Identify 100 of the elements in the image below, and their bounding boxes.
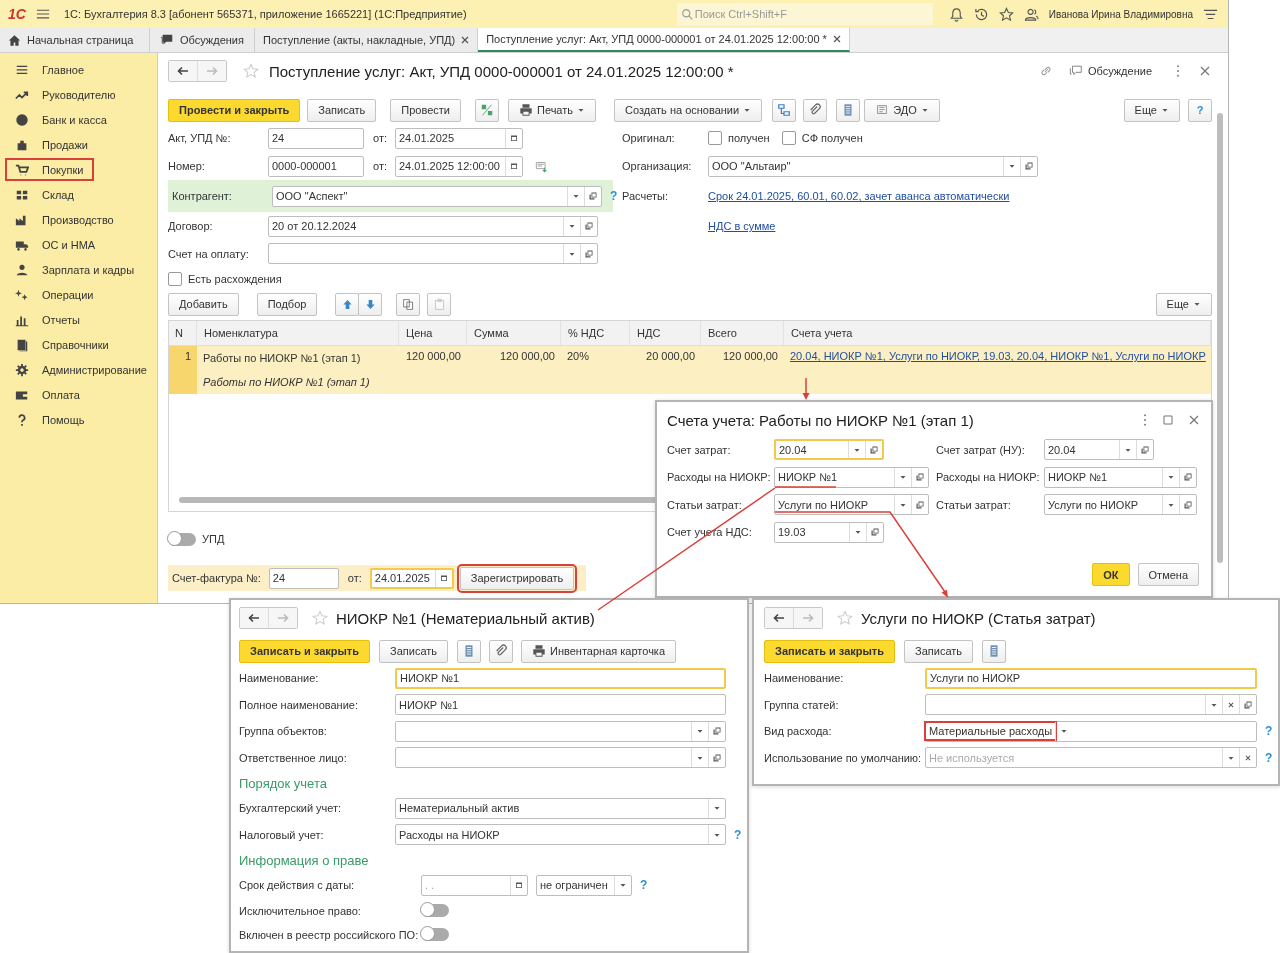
date-field[interactable]: 24.01.2025 12:00:00 bbox=[395, 155, 523, 177]
edo-button[interactable]: ЭДО bbox=[864, 98, 940, 122]
debit-credit-button[interactable] bbox=[475, 98, 499, 122]
input-field[interactable]: НИОКР №1 bbox=[1044, 466, 1197, 488]
column-header[interactable]: Сумма bbox=[467, 321, 561, 345]
close-icon[interactable] bbox=[1200, 66, 1210, 76]
sidebar-item[interactable]: Оплата bbox=[6, 384, 90, 405]
close-icon[interactable] bbox=[832, 35, 841, 43]
attach-button[interactable] bbox=[489, 639, 514, 663]
column-header[interactable]: % НДС bbox=[561, 321, 630, 345]
checkbox[interactable] bbox=[781, 131, 796, 145]
user-icon[interactable] bbox=[1023, 6, 1039, 22]
save-and-close-button[interactable]: Записать и закрыть bbox=[239, 639, 371, 663]
save-button[interactable]: Записать bbox=[379, 639, 449, 663]
search-field[interactable]: Поиск Ctrl+Shift+F bbox=[676, 3, 933, 25]
sidebar-item[interactable]: Помощь bbox=[6, 409, 95, 430]
close-icon[interactable] bbox=[461, 36, 470, 44]
sidebar-item[interactable]: Производство bbox=[6, 209, 124, 230]
copy-button[interactable] bbox=[396, 292, 421, 316]
scrollbar[interactable] bbox=[1217, 113, 1223, 563]
checkbox-label[interactable]: получен bbox=[728, 132, 770, 144]
sidebar-item[interactable]: Продажи bbox=[6, 134, 98, 155]
input-field[interactable]: Услуги по НИОКР bbox=[774, 494, 929, 516]
help-link[interactable]: ? bbox=[640, 878, 648, 893]
sidebar-item[interactable]: Главное bbox=[6, 59, 95, 80]
checkbox[interactable] bbox=[708, 131, 722, 145]
input-field[interactable] bbox=[395, 720, 726, 742]
input-field[interactable]: НИОКР №1 bbox=[774, 466, 929, 488]
input-field[interactable] bbox=[268, 243, 598, 264]
structure-button[interactable] bbox=[772, 98, 797, 122]
sidebar-item[interactable]: Операции bbox=[6, 284, 104, 305]
back-button[interactable] bbox=[240, 608, 268, 628]
input-field[interactable]: Материальные расходы bbox=[925, 720, 1257, 742]
move-up-button[interactable] bbox=[335, 292, 360, 316]
bell-icon[interactable] bbox=[948, 6, 964, 22]
document-button[interactable] bbox=[982, 639, 1007, 663]
save-button[interactable]: Записать bbox=[307, 98, 377, 122]
checkbox-label[interactable]: Есть расхождения bbox=[188, 273, 282, 285]
add-button[interactable]: Добавить bbox=[168, 292, 239, 316]
input-field[interactable]: 20.04 bbox=[1044, 439, 1154, 461]
tab[interactable]: Обсуждения bbox=[150, 28, 255, 52]
input-field[interactable]: 20.04 bbox=[774, 439, 884, 461]
input-field[interactable]: 19.03 bbox=[774, 521, 884, 543]
settlements-link[interactable]: Срок 24.01.2025, 60.01, 60.02, зачет аванса автоматически bbox=[708, 190, 1010, 202]
sidebar-item[interactable]: Администрирование bbox=[6, 359, 157, 380]
tab[interactable]: Поступление услуг: Акт, УПД 0000-000001 от 24.01.2025 12:00:00 * bbox=[478, 28, 850, 52]
toggle-switch[interactable] bbox=[168, 532, 196, 546]
input-field[interactable]: 0000-000001 bbox=[268, 155, 364, 177]
document-button[interactable] bbox=[457, 639, 482, 663]
input-field[interactable] bbox=[925, 694, 1257, 716]
column-header[interactable]: НДС bbox=[630, 321, 701, 345]
move-down-button[interactable] bbox=[358, 292, 383, 316]
table-row[interactable]: 1 Работы по НИОКР №1 (этап 1) Работы по НИОКР №1 (этап 1) 120 000,00 120 000,00 20% 20 000,00 120 000,00 20.04, НИОКР №1, Услуги по НИОКР, 19.03, 20.04, НИОКР №1, Услуги по НИОКР bbox=[169, 346, 1211, 394]
inventory-card-button[interactable]: Инвентарная карточка bbox=[521, 639, 677, 663]
input-field[interactable]: НИОКР №1 bbox=[395, 667, 726, 689]
help-link[interactable]: ? bbox=[734, 827, 742, 842]
back-button[interactable] bbox=[169, 61, 197, 81]
column-header[interactable]: Счета учета bbox=[784, 321, 1211, 345]
vat-link[interactable]: НДС в сумме bbox=[708, 220, 776, 232]
help-link[interactable]: ? bbox=[610, 189, 618, 203]
cancel-button[interactable]: Отмена bbox=[1137, 563, 1199, 586]
checkbox-label[interactable]: СФ получен bbox=[801, 132, 863, 144]
dropdown-field[interactable]: не ограничен bbox=[536, 874, 632, 896]
sidebar-item[interactable]: ОС и НМА bbox=[6, 234, 106, 255]
tab[interactable]: Поступление (акты, накладные, УПД) bbox=[255, 28, 479, 52]
more-icon[interactable] bbox=[1176, 65, 1180, 77]
save-and-close-button[interactable]: Записать и закрыть bbox=[764, 639, 896, 663]
star-icon[interactable] bbox=[998, 6, 1014, 22]
input-field[interactable]: Нематериальный актив bbox=[395, 797, 726, 819]
more-icon[interactable] bbox=[1143, 414, 1147, 426]
accounts-link[interactable]: 20.04, НИОКР №1, Услуги по НИОКР, 19.03, 20.04, НИОКР №1, Услуги по НИОКР bbox=[790, 350, 1206, 362]
close-icon[interactable] bbox=[1189, 415, 1199, 425]
input-field[interactable]: 24 bbox=[268, 567, 339, 589]
input-field[interactable]: Услуги по НИОКР bbox=[1044, 494, 1197, 516]
sidebar-item[interactable]: Зарплата и кадры bbox=[6, 259, 145, 280]
sidebar-item[interactable]: Банк и касса bbox=[6, 109, 117, 130]
input-field[interactable] bbox=[395, 747, 726, 769]
column-header[interactable]: Цена bbox=[399, 321, 467, 345]
document-button[interactable] bbox=[836, 98, 861, 122]
more-button[interactable]: Еще bbox=[1123, 98, 1180, 122]
input-field[interactable]: ООО "Альтаир" bbox=[708, 155, 1038, 177]
history-icon[interactable] bbox=[973, 6, 989, 22]
back-button[interactable] bbox=[765, 608, 793, 628]
register-button[interactable]: Зарегистрировать bbox=[459, 566, 575, 590]
sidebar-item[interactable]: Склад bbox=[6, 184, 84, 205]
input-field[interactable]: 20 от 20.12.2024 bbox=[268, 215, 598, 237]
post-button[interactable]: Провести bbox=[390, 98, 461, 122]
document-arrow-icon[interactable] bbox=[535, 159, 549, 173]
attach-button[interactable] bbox=[803, 98, 828, 122]
input-field[interactable]: Услуги по НИОКР bbox=[925, 667, 1257, 689]
help-link[interactable]: ? bbox=[1265, 750, 1273, 765]
date-field[interactable]: 24.01.2025 bbox=[395, 127, 523, 149]
column-header[interactable]: N bbox=[169, 321, 197, 345]
tab[interactable]: Начальная страница bbox=[0, 28, 150, 52]
toggle-switch[interactable] bbox=[421, 928, 449, 941]
sidebar-item[interactable]: Покупки bbox=[6, 159, 94, 180]
save-button[interactable]: Записать bbox=[904, 639, 974, 663]
column-header[interactable]: Всего bbox=[701, 321, 784, 345]
sidebar-item[interactable]: Отчеты bbox=[6, 309, 91, 330]
print-button[interactable]: Печать bbox=[508, 98, 597, 122]
